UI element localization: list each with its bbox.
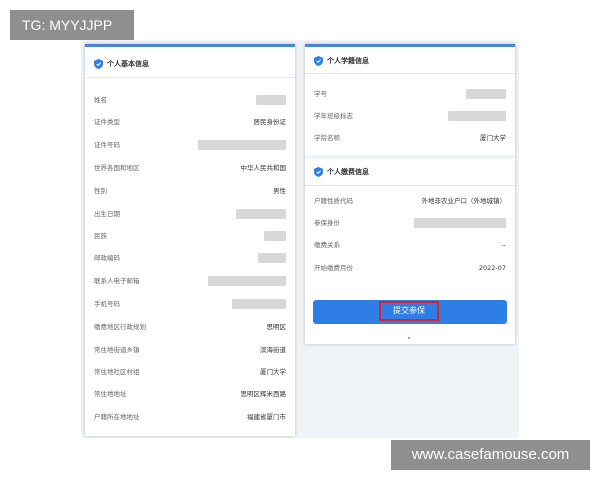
info-row-gender: 性别 男性 [85,180,295,202]
redacted-value [198,140,286,150]
redacted-value [232,299,286,309]
row-label: 常住地社区村组 [94,368,140,376]
basic-info-title: 个人基本信息 [107,60,149,68]
info-row-ethnicity: 民族 [85,225,295,247]
row-label: 户籍性质代码 [314,197,353,205]
row-label: 出生日期 [94,210,120,218]
info-row-phone: 手机号码 [85,293,295,315]
row-value: 居民身份证 [253,118,287,126]
row-value: 厦门大学 [260,368,286,376]
redacted-value [256,95,286,105]
row-value: 滨海街道 [260,346,286,354]
row-value: 福建省厦门市 [247,413,286,421]
row-label: 性别 [94,187,107,195]
redacted-value [258,253,286,263]
row-label: 缴费地区行政规划 [94,323,146,331]
row-label: 证件类型 [94,118,120,126]
info-row-class: 学年班级标志 [305,105,515,127]
row-value: 思明区辉米西路 [240,390,287,398]
row-value: 男性 [273,187,286,195]
row-label: 学院名称 [314,134,340,142]
pay-info-header: 个人缴费信息 [305,161,515,183]
watermark: www.casefamouse.com [391,440,590,470]
page-indicator-dot [408,337,410,339]
row-label: 联系人电子邮箱 [94,277,140,285]
redacted-value [236,209,286,219]
tag-label: TG: MYYJJPP [10,10,134,40]
info-row-address: 常住地地址 思明区辉米西路 [85,383,295,405]
basic-info-card: 个人基本信息 姓名 证件类型 居民身份证 证件号码 世界各国和地区 中华人民共和… [85,44,295,436]
info-row-email: 联系人电子邮箱 [85,270,295,292]
shield-icon [94,59,103,69]
info-row-household-code: 户籍性质代码 外地非农业户口（外地城镇） [305,190,515,212]
row-value: 2022-07 [478,264,506,272]
info-row-street: 常住地街道乡镇 滨海街道 [85,339,295,361]
info-row-insured-identity: 参保身份 [305,212,515,234]
info-row-name: 姓名 [85,89,295,111]
row-label: 证件号码 [94,141,120,149]
submit-button-label: 提交参保 [379,301,439,321]
row-label: 姓名 [94,96,107,104]
redacted-value [264,231,286,241]
row-label: 缴费关系 [314,241,340,249]
row-value: 厦门大学 [480,134,506,142]
row-label: 常住地地址 [94,390,127,398]
row-label: 常住地街道乡镇 [94,346,140,354]
redacted-value [208,276,286,286]
row-label: 世界各国和地区 [94,164,140,172]
info-row-household: 户籍所在地地址 福建省厦门市 [85,406,295,428]
shield-icon [314,56,323,66]
row-value: 外地非农业户口（外地城镇） [421,197,507,205]
school-info-title: 个人学籍信息 [327,57,369,65]
row-label: 学号 [314,90,327,98]
info-row-id-type: 证件类型 居民身份证 [85,111,295,133]
row-label: 学年班级标志 [314,112,353,120]
row-label: 民族 [94,232,107,240]
row-label: 参保身份 [314,219,340,227]
info-row-college: 学院名称 厦门大学 [305,127,515,149]
info-row-id-number: 证件号码 [85,134,295,156]
redacted-value [466,89,506,99]
info-row-pay-relation: 缴费关系 -- [305,234,515,256]
info-row-postcode: 邮政编码 [85,247,295,269]
pay-info-title: 个人缴费信息 [327,168,369,176]
shield-icon [314,167,323,177]
basic-info-header: 个人基本信息 [85,53,295,75]
info-row-start-month: 开始缴费月份 2022-07 [305,257,515,279]
row-value: 中华人民共和国 [240,164,287,172]
school-info-header: 个人学籍信息 [305,50,515,72]
row-value: 思明区 [266,323,287,331]
row-label: 邮政编码 [94,254,120,262]
info-row-community: 常住地社区村组 厦门大学 [85,361,295,383]
info-row-country: 世界各国和地区 中华人民共和国 [85,157,295,179]
redacted-value [448,111,506,121]
row-label: 手机号码 [94,300,120,308]
row-label: 户籍所在地地址 [94,413,140,421]
enrollment-card: 个人学籍信息 学号 学年班级标志 学院名称 厦门大学 个人缴费信息 户籍性质代码… [305,44,515,344]
app-screenshot: 个人基本信息 姓名 证件类型 居民身份证 证件号码 世界各国和地区 中华人民共和… [81,40,519,438]
info-row-student-id: 学号 [305,83,515,105]
row-value: -- [501,241,506,249]
info-row-district: 缴费地区行政规划 思明区 [85,316,295,338]
submit-insurance-button[interactable]: 提交参保 [313,300,507,324]
info-row-birthdate: 出生日期 [85,203,295,225]
redacted-value [414,218,506,228]
row-label: 开始缴费月份 [314,264,353,272]
